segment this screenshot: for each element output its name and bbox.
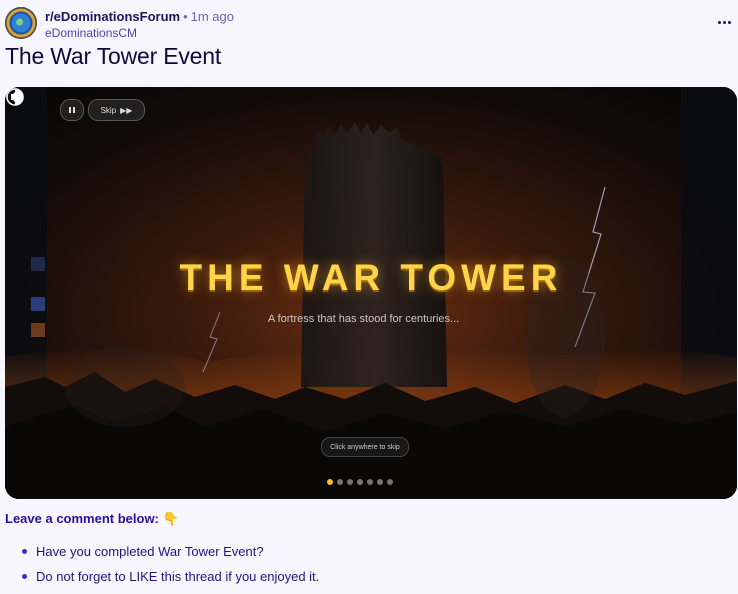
subreddit-avatar[interactable] <box>5 7 37 39</box>
author-link[interactable]: eDominationsCM <box>45 26 137 40</box>
post-title[interactable]: The War Tower Event <box>5 43 221 70</box>
post-body-list: Have you completed War Tower Event? Do n… <box>5 544 319 594</box>
pause-button[interactable] <box>60 99 84 121</box>
slide-dot[interactable] <box>377 479 383 485</box>
click-to-skip-button[interactable]: Click anywhere to skip <box>321 437 409 457</box>
slide-dot[interactable] <box>337 479 343 485</box>
slide-dot-active[interactable] <box>327 479 333 485</box>
media-headline: THE WAR TOWER <box>179 257 563 298</box>
post-meta: r/eDominationsForum • 1m ago <box>45 9 234 24</box>
media-tagline: A fortress that has stood for centuries.… <box>267 313 460 325</box>
slide-dot[interactable] <box>357 479 363 485</box>
skip-button[interactable]: Skip ▶▶ <box>88 99 145 121</box>
post-media-viewer[interactable]: Skip ▶▶ THE WAR TOWER A fortress that ha… <box>5 87 737 499</box>
subreddit-link[interactable]: r/eDominationsForum <box>45 9 180 24</box>
slide-dot[interactable] <box>347 479 353 485</box>
slide-dot[interactable] <box>367 479 373 485</box>
meta-separator: • <box>183 9 188 24</box>
slide-indicator <box>327 479 393 485</box>
pause-icon <box>69 107 71 113</box>
post-time: 1m ago <box>190 9 235 24</box>
skip-label: Skip <box>100 105 117 115</box>
fast-forward-icon: ▶▶ <box>120 105 133 115</box>
more-dot <box>722 20 726 24</box>
list-item: Have you completed War Tower Event? <box>21 544 319 569</box>
slide-dot[interactable] <box>387 479 393 485</box>
audio-toggle-icon[interactable] <box>5 87 25 107</box>
list-item: Do not forget to LIKE this thread if you… <box>21 569 319 594</box>
more-options-icon[interactable] <box>715 13 733 31</box>
comment-prompt: Leave a comment below: 👇 <box>5 511 179 526</box>
globe-icon <box>16 18 26 28</box>
pause-icon-bar <box>73 107 75 113</box>
more-dot <box>717 20 721 24</box>
more-dot <box>727 20 731 24</box>
post-header: r/eDominationsForum • 1m ago eDominationsC… <box>5 7 733 40</box>
